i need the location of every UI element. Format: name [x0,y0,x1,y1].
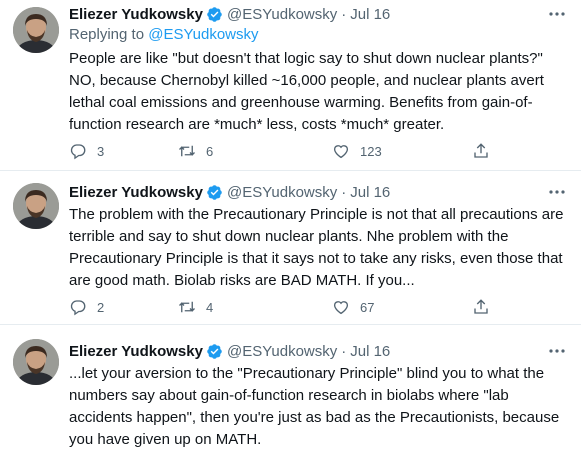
avatar[interactable] [13,183,59,229]
reply-button[interactable]: 3 [69,141,104,161]
tweet-time[interactable]: Jul 16 [350,343,390,360]
tweet-text: ...let your aversion to the "Precautiona… [69,365,560,448]
more-icon[interactable] [547,182,567,202]
author-name[interactable]: Eliezer Yudkowsky [69,343,203,360]
retweet-icon [179,301,195,313]
tweet[interactable]: Eliezer Yudkowsky @ESYudkowsky · Jul 16 … [0,325,581,448]
share-icon [474,299,488,314]
reply-icon [70,144,86,160]
verified-badge-icon [206,6,223,23]
retweet-icon [179,145,195,157]
tweet[interactable]: Eliezer Yudkowsky @ESYudkowsky · Jul 16 … [0,0,581,171]
author-handle[interactable]: @ESYudkowsky [227,6,337,23]
tweet-header: Eliezer Yudkowsky @ESYudkowsky · Jul 16 [69,341,541,361]
tweet-actions: 3 6 123 [69,141,509,161]
tweet-text: The problem with the Precautionary Princ… [69,206,564,289]
retweet-button[interactable]: 4 [178,297,213,317]
more-icon[interactable] [547,341,567,361]
author-name[interactable]: Eliezer Yudkowsky [69,6,203,23]
retweet-button[interactable]: 6 [178,141,213,161]
replying-to: Replying to @ESYudkowsky [69,26,259,43]
author-handle[interactable]: @ESYudkowsky [227,184,337,201]
share-button[interactable] [472,141,490,161]
avatar[interactable] [13,7,59,53]
like-button[interactable]: 67 [332,297,374,317]
author-handle[interactable]: @ESYudkowsky [227,343,337,360]
retweet-count: 6 [206,143,214,159]
reply-count: 2 [97,299,105,315]
like-button[interactable]: 123 [332,141,382,161]
more-icon[interactable] [547,4,567,24]
tweet-actions: 2 4 67 [69,297,509,317]
like-count: 123 [360,143,382,159]
reply-icon [70,300,86,316]
separator-dot: · [341,183,347,201]
tweet-time[interactable]: Jul 16 [350,6,390,23]
reply-button[interactable]: 2 [69,297,104,317]
reply-count: 3 [97,143,105,159]
verified-badge-icon [206,184,223,201]
share-button[interactable] [472,297,490,317]
avatar[interactable] [13,339,59,385]
tweet-header: Eliezer Yudkowsky @ESYudkowsky · Jul 16 [69,182,541,202]
author-name[interactable]: Eliezer Yudkowsky [69,184,203,201]
separator-dot: · [341,342,347,360]
tweet-text: People are like "but doesn't that logic … [69,50,544,133]
replying-to-label: Replying to [69,26,149,43]
tweet[interactable]: Eliezer Yudkowsky @ESYudkowsky · Jul 16 … [0,171,581,325]
verified-badge-icon [206,343,223,360]
tweet-time[interactable]: Jul 16 [350,184,390,201]
like-icon [333,301,349,315]
replying-to-mention[interactable]: @ESYudkowsky [148,26,258,43]
tweet-header: Eliezer Yudkowsky @ESYudkowsky · Jul 16 [69,4,541,24]
separator-dot: · [341,5,347,23]
like-count: 67 [360,299,375,315]
retweet-count: 4 [206,299,214,315]
share-icon [474,143,488,158]
like-icon [333,145,349,159]
